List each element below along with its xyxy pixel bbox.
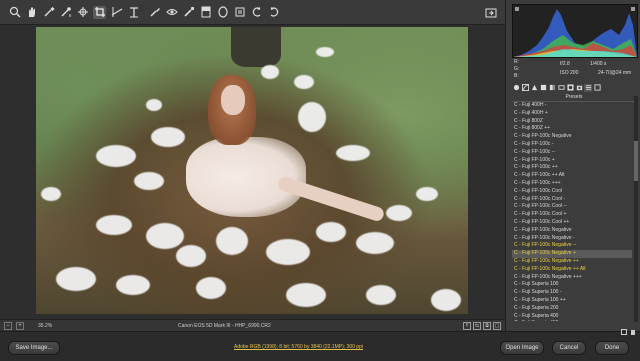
tone-curve-tab-icon[interactable] xyxy=(521,84,529,92)
preset-item[interactable]: C - Fuji 800Z xyxy=(512,118,632,126)
preset-item[interactable]: C - Fuji FP-100c ++ Alt xyxy=(512,172,632,180)
preset-scrollbar[interactable] xyxy=(634,96,638,322)
zoom-level[interactable]: 35.2% xyxy=(38,323,52,329)
before-after-swap-icon[interactable]: ⇆ xyxy=(473,322,481,330)
white-balance-icon[interactable] xyxy=(42,6,55,19)
bottom-bar: Save Image... Adobe RGB (1998); 8 bit; 5… xyxy=(0,331,640,361)
camera-calibration-tab-icon[interactable] xyxy=(575,84,583,92)
photo-preview xyxy=(36,27,468,314)
redeye-icon[interactable] xyxy=(165,6,178,19)
straighten-icon[interactable] xyxy=(110,6,123,19)
preset-item[interactable]: C - Fuji FP-100c Cool xyxy=(512,188,632,196)
zoom-in-button[interactable]: + xyxy=(16,322,24,330)
split-toning-tab-icon[interactable] xyxy=(548,84,556,92)
preset-item[interactable]: C - Fuji FP-100c Cool -- xyxy=(512,203,632,211)
adjustment-brush-icon[interactable] xyxy=(182,6,195,19)
lens-tab-icon[interactable] xyxy=(557,84,565,92)
r-readout: R: xyxy=(514,59,519,65)
shadow-clipping-icon[interactable] xyxy=(515,7,519,11)
new-preset-icon[interactable] xyxy=(621,322,627,335)
b-readout: B: xyxy=(514,73,519,79)
rotate-left-icon[interactable] xyxy=(250,6,263,19)
preset-item[interactable]: C - Fuji FP-100c Negative ++ xyxy=(512,258,632,266)
scrollbar-thumb[interactable] xyxy=(634,141,638,181)
shutter-value: 1/400 s xyxy=(590,61,607,67)
preset-item[interactable]: C - Fuji 400H - xyxy=(512,102,632,110)
preset-item[interactable]: C - Fuji FP-100c Negative xyxy=(512,133,632,141)
camera-filename: Canon EOS 5D Mark III - HHP_6990.CR2 xyxy=(178,323,271,329)
presets-title: Presets xyxy=(512,94,636,102)
done-button[interactable]: Done xyxy=(595,341,629,355)
preset-item[interactable]: C - Fuji 800Z ++ xyxy=(512,125,632,133)
color-sampler-icon[interactable] xyxy=(59,6,72,19)
preset-item[interactable]: C - Fuji Superia 100 - xyxy=(512,289,632,297)
highlight-clipping-icon[interactable] xyxy=(631,7,635,11)
preset-item[interactable]: C - Fuji Superia 400 xyxy=(512,313,632,321)
panel-tabs xyxy=(512,83,636,92)
preset-item[interactable]: C - Fuji FP-100c +++ xyxy=(512,180,632,188)
iso-value: ISO 200 xyxy=(560,70,579,76)
panel-footer xyxy=(512,322,636,335)
detail-tab-icon[interactable] xyxy=(530,84,538,92)
zoom-out-button[interactable]: − xyxy=(4,322,12,330)
preset-item[interactable]: C - Fuji Superia 400 - xyxy=(512,320,632,321)
tool-bar xyxy=(0,0,505,25)
preset-item[interactable]: C - Fuji Superia 100 ++ xyxy=(512,297,632,305)
graduated-filter-icon[interactable] xyxy=(199,6,212,19)
preset-item[interactable]: C - Fuji 400H + xyxy=(512,110,632,118)
target-adjust-icon[interactable] xyxy=(76,6,89,19)
workflow-options-link[interactable]: Adobe RGB (1998); 8 bit; 5760 by 3840 (2… xyxy=(234,344,363,350)
preset-item[interactable]: C - Fuji FP-100c Negative - xyxy=(512,235,632,243)
open-workflow-icon[interactable] xyxy=(485,6,497,18)
preset-item[interactable]: C - Fuji FP-100c ++ xyxy=(512,164,632,172)
preset-item[interactable]: C - Fuji Superia 100 xyxy=(512,281,632,289)
hsl-tab-icon[interactable] xyxy=(539,84,547,92)
preset-list: C - Fuji 400H -C - Fuji 400H + C - Fuji 8… xyxy=(512,102,632,321)
basic-tab-icon[interactable] xyxy=(512,84,520,92)
open-image-button[interactable]: Open Image xyxy=(500,341,544,355)
copy-settings-icon[interactable]: ⧉ xyxy=(483,322,491,330)
preset-item[interactable]: C - Fuji FP-100c -- xyxy=(512,149,632,157)
save-image-button[interactable]: Save Image... xyxy=(8,341,60,355)
preset-item[interactable]: C - Fuji FP-100c + xyxy=(512,157,632,165)
histogram xyxy=(512,4,638,58)
image-canvas[interactable] xyxy=(0,25,505,319)
histogram-graph xyxy=(513,9,637,57)
camera-readout: R: G: B: f/2.8 1/400 s ISO 200 24-70@24 … xyxy=(512,59,636,81)
g-readout: G: xyxy=(514,66,520,72)
preset-item[interactable]: C - Fuji FP-100c Negative xyxy=(512,227,632,235)
cancel-button[interactable]: Cancel xyxy=(552,341,586,355)
spot-removal-icon[interactable] xyxy=(148,6,161,19)
preset-item[interactable]: C - Fuji FP-100c Negative ++ Alt xyxy=(512,266,632,274)
preset-item[interactable]: C - Fuji FP-100c Negative + xyxy=(512,250,632,258)
preset-item[interactable]: C - Fuji Superia 200 xyxy=(512,305,632,313)
preset-item[interactable]: C - Fuji FP-100c Negative -- xyxy=(512,242,632,250)
before-after-y-icon[interactable]: Y xyxy=(463,322,471,330)
transform-icon[interactable] xyxy=(127,6,140,19)
crop-icon[interactable] xyxy=(93,5,106,19)
preset-item[interactable]: C - Fuji FP-100c - xyxy=(512,141,632,149)
zoom-icon[interactable] xyxy=(8,6,21,19)
hand-icon[interactable] xyxy=(25,6,38,19)
preset-item[interactable]: C - Fuji FP-100c Cool + xyxy=(512,211,632,219)
preferences-icon[interactable] xyxy=(233,6,246,19)
radial-filter-icon[interactable] xyxy=(216,6,229,19)
snapshots-tab-icon[interactable] xyxy=(593,84,601,92)
preset-item[interactable]: C - Fuji FP-100c Cool - xyxy=(512,196,632,204)
presets-tab-icon[interactable] xyxy=(584,83,592,92)
lens-value: 24-70@24 mm xyxy=(598,70,632,76)
effects-tab-icon[interactable] xyxy=(566,84,574,92)
preset-item[interactable]: C - Fuji FP-100c Cool ++ xyxy=(512,219,632,227)
rotate-right-icon[interactable] xyxy=(267,6,280,19)
preset-item[interactable]: C - Fuji FP-100c Negative +++ xyxy=(512,274,632,282)
aperture-value: f/2.8 xyxy=(560,61,570,67)
delete-preset-icon[interactable] xyxy=(630,322,636,335)
right-panel: R: G: B: f/2.8 1/400 s ISO 200 24-70@24 … xyxy=(505,0,640,335)
toggle-preview-icon[interactable]: ▢ xyxy=(493,322,501,330)
